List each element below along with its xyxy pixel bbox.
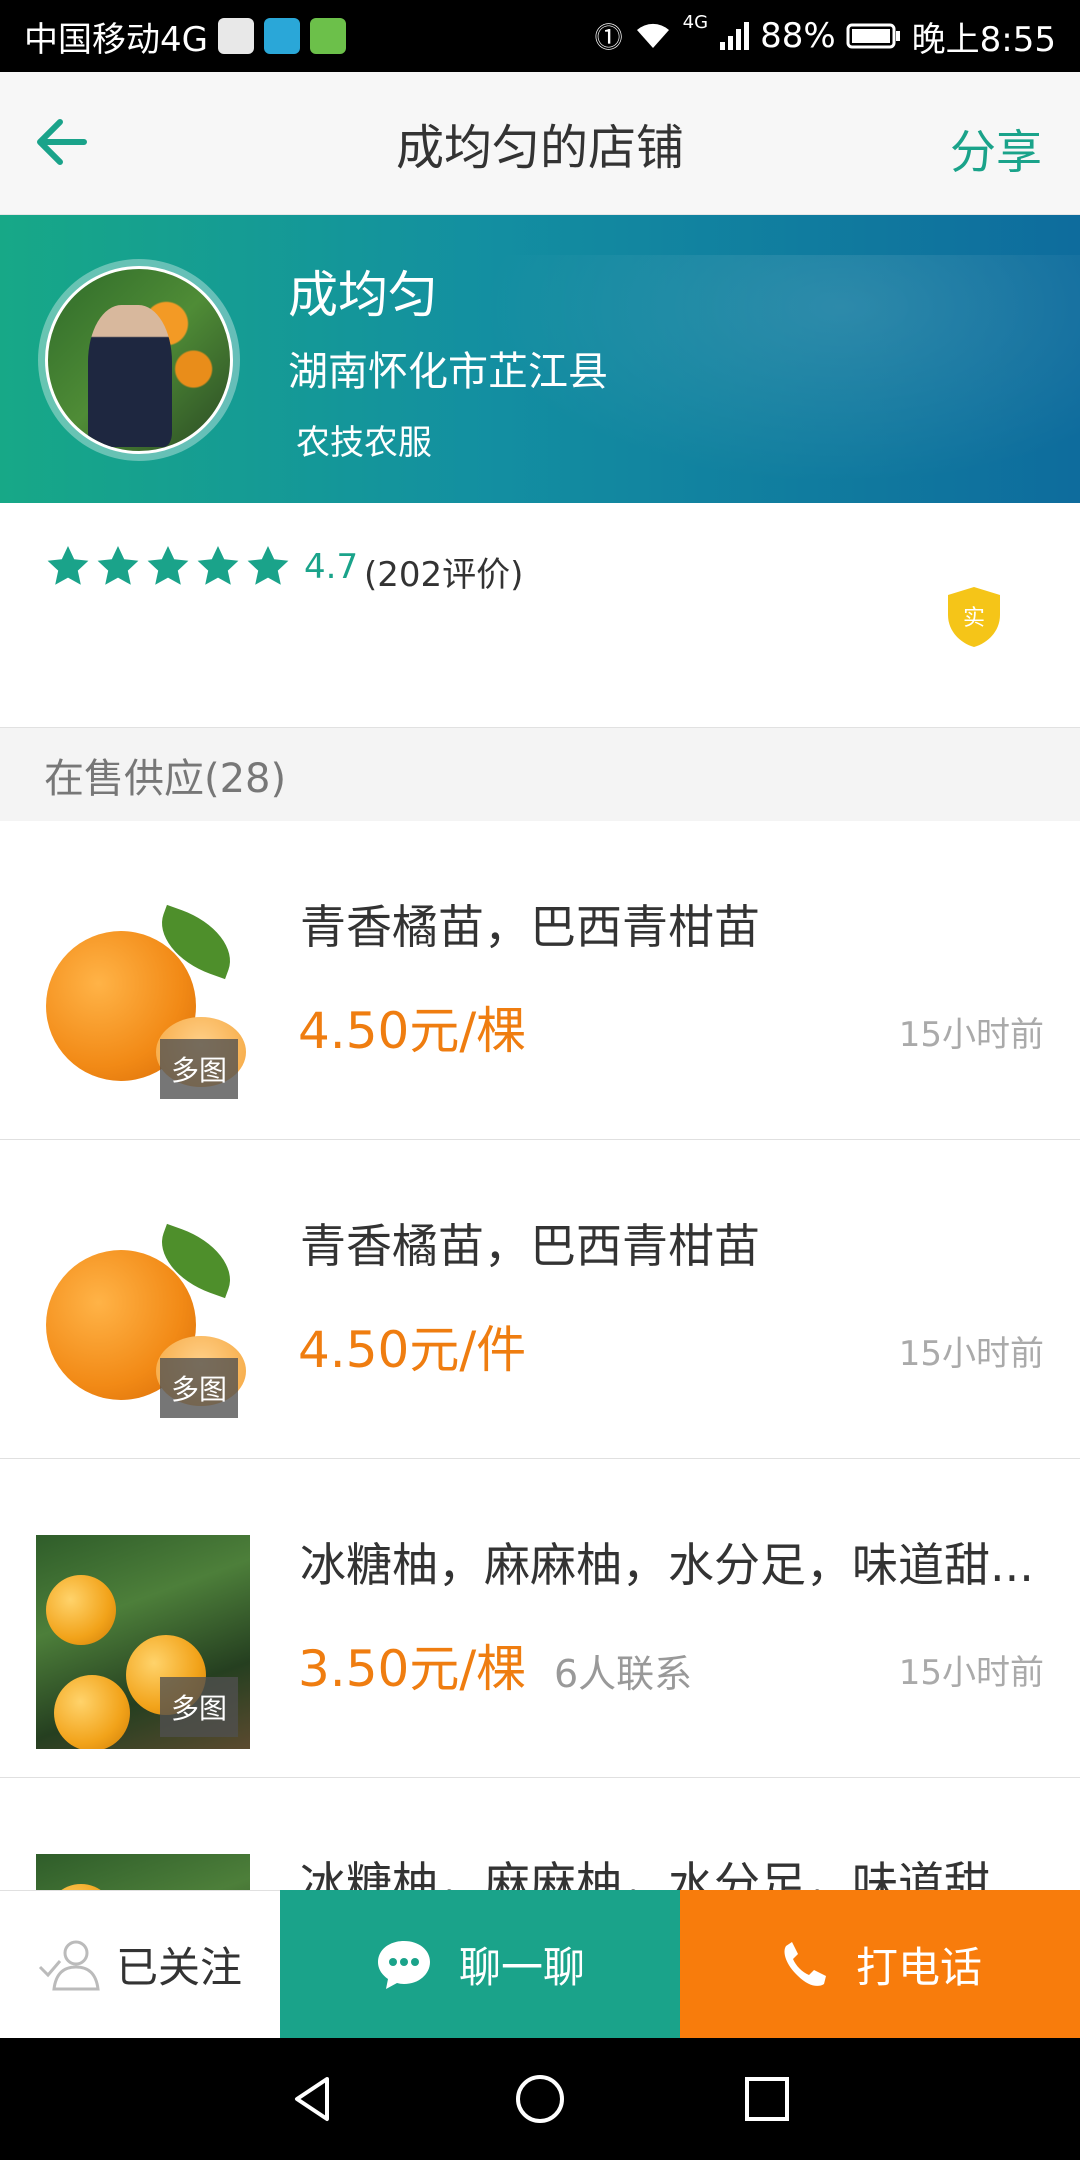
call-label: 打电话 bbox=[855, 1942, 982, 1992]
pomelo-shape bbox=[46, 1575, 116, 1645]
status-bar: 中国移动4G ⓵ 4G 88% 晚上8:55 bbox=[0, 0, 1080, 72]
signal-icon bbox=[720, 22, 750, 50]
product-image: 多图 bbox=[36, 1216, 250, 1430]
avatar bbox=[45, 266, 233, 454]
follow-button[interactable]: 已关注 bbox=[0, 1890, 280, 2038]
product-item[interactable]: 多图 冰糖柚，麻麻柚，水分足，味道甜... 3.50元/棵 6人联系 15小时前 bbox=[0, 1459, 1080, 1778]
app-notification-icon bbox=[217, 18, 254, 54]
action-bar: 已关注 聊一聊 打电话 bbox=[0, 1890, 1080, 2038]
multi-image-badge: 多图 bbox=[160, 1677, 238, 1737]
product-item[interactable]: 多图 青香橘苗，巴西青柑苗 4.50元/棵 15小时前 bbox=[0, 821, 1080, 1140]
status-right: ⓵ 4G 88% 晚上8:55 bbox=[595, 12, 1056, 61]
follow-label: 已关注 bbox=[115, 1943, 242, 1992]
carrier-label: 中国移动4G bbox=[24, 19, 208, 60]
book-app-icon bbox=[263, 18, 300, 54]
battery-percent: 88% bbox=[760, 16, 836, 56]
product-image: 多图 bbox=[36, 897, 250, 1111]
chat-button[interactable]: 聊一聊 bbox=[280, 1890, 680, 2038]
verified-label: 实 bbox=[963, 606, 985, 631]
multi-image-badge: 多图 bbox=[160, 1358, 238, 1418]
section-title: 在售供应(28) bbox=[44, 755, 287, 802]
video-app-icon bbox=[309, 18, 346, 54]
nav-back-icon[interactable] bbox=[283, 2069, 343, 2129]
network-type-label: 4G bbox=[682, 11, 709, 33]
battery-icon bbox=[846, 23, 900, 49]
chat-label: 聊一聊 bbox=[458, 1942, 585, 1992]
app-header: 成均匀的店铺 分享 bbox=[0, 72, 1080, 215]
phone-icon bbox=[784, 1942, 826, 1986]
call-button[interactable]: 打电话 bbox=[680, 1890, 1080, 2038]
product-price: 4.50元/棵 bbox=[298, 1002, 527, 1060]
review-count[interactable]: (202评价) bbox=[364, 547, 523, 596]
system-nav-bar bbox=[0, 2038, 1080, 2160]
seller-name: 成均匀 bbox=[288, 266, 438, 324]
product-title: 冰糖柚，麻麻柚，水分足，味道甜... bbox=[300, 1538, 1034, 1592]
product-item[interactable]: 多图 青香橘苗，巴西青柑苗 4.50元/件 15小时前 bbox=[0, 1140, 1080, 1459]
chat-bubble-icon bbox=[377, 1941, 430, 1989]
star-icon bbox=[147, 546, 189, 585]
product-time: 15小时前 bbox=[898, 1015, 1044, 1055]
seller-location: 湖南怀化市芷江县 bbox=[288, 349, 608, 395]
nav-home-icon[interactable] bbox=[510, 2069, 570, 2129]
back-arrow-icon[interactable] bbox=[30, 110, 94, 174]
rating-section: 4.7 (202评价) 实 bbox=[0, 503, 1080, 727]
nav-recents-icon[interactable] bbox=[737, 2069, 797, 2129]
product-time: 15小时前 bbox=[898, 1334, 1044, 1374]
star-icon bbox=[47, 546, 89, 585]
star-icon bbox=[197, 546, 239, 585]
rating-score: 4.7 bbox=[304, 547, 359, 587]
section-header: 在售供应(28) bbox=[0, 727, 1080, 821]
star-icon bbox=[247, 546, 289, 585]
product-price: 4.50元/件 bbox=[298, 1321, 527, 1379]
wifi-icon bbox=[636, 23, 669, 48]
status-left: 中国移动4G bbox=[24, 12, 346, 61]
rating-stars bbox=[44, 543, 292, 591]
verified-shield-icon[interactable]: 实 bbox=[946, 585, 1002, 649]
product-contacts: 6人联系 bbox=[554, 1652, 693, 1696]
product-title: 青香橘苗，巴西青柑苗 bbox=[300, 900, 760, 954]
user-check-icon bbox=[38, 1940, 100, 1990]
avatar-frame[interactable] bbox=[38, 259, 240, 461]
multi-image-badge: 多图 bbox=[160, 1039, 238, 1099]
product-title: 青香橘苗，巴西青柑苗 bbox=[300, 1219, 760, 1273]
product-price: 3.50元/棵 bbox=[298, 1640, 527, 1698]
hd-call-icon: ⓵ bbox=[594, 21, 623, 54]
pomelo-shape bbox=[54, 1675, 130, 1749]
clock: 晚上8:55 bbox=[911, 19, 1056, 60]
star-icon bbox=[97, 546, 139, 585]
product-time: 15小时前 bbox=[898, 1653, 1044, 1693]
product-image: 多图 bbox=[36, 1535, 250, 1749]
page-title: 成均匀的店铺 bbox=[395, 120, 684, 176]
seller-category: 农技农服 bbox=[296, 423, 432, 463]
share-button[interactable]: 分享 bbox=[950, 116, 1042, 182]
seller-banner: 成均匀 湖南怀化市芷江县 农技农服 bbox=[0, 215, 1080, 503]
